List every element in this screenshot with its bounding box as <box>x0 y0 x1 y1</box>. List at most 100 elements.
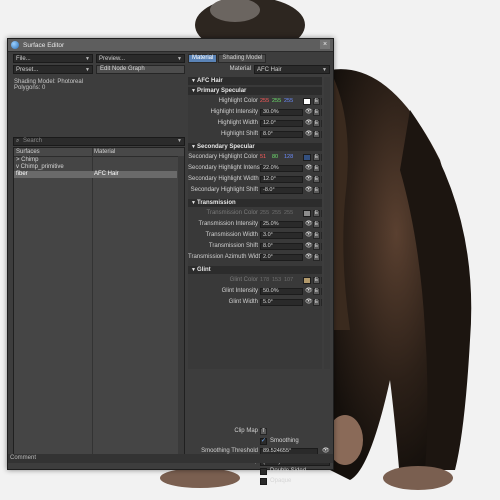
column-header-surfaces[interactable]: Surfaces <box>16 148 40 156</box>
clip-map-texture-button[interactable]: T <box>260 428 267 435</box>
file-menu[interactable]: File... ▼ <box>13 54 93 63</box>
close-button[interactable]: × <box>320 40 330 49</box>
section-transmission[interactable]: ▼ Transmission <box>188 199 322 207</box>
column-header-material[interactable]: Material <box>94 148 115 156</box>
eye-icon[interactable]: 👁 <box>305 187 313 194</box>
green-value[interactable]: 80 <box>272 154 284 161</box>
value-field[interactable]: -8.0° <box>260 187 303 194</box>
value-field[interactable]: 50.0% <box>260 288 303 295</box>
texture-button[interactable]: T <box>321 165 322 172</box>
texture-button[interactable]: T <box>321 288 322 295</box>
texture-button[interactable]: T <box>321 254 322 261</box>
eye-icon[interactable]: 👁 <box>305 131 313 138</box>
search-field[interactable]: ⌕ Search ▼ <box>13 137 185 146</box>
color-values[interactable]: 255 255 255 <box>260 98 296 105</box>
color-swatch[interactable] <box>303 154 311 161</box>
texture-button[interactable]: T <box>321 187 322 194</box>
table-row[interactable]: > Chimp <box>14 157 177 164</box>
value-field[interactable]: 2.0° <box>260 254 303 261</box>
envelope-button[interactable]: E <box>313 221 320 228</box>
texture-button[interactable]: T <box>321 131 322 138</box>
smoothing-checkbox[interactable]: ✓ <box>260 438 267 445</box>
eye-icon[interactable]: 👁 <box>305 243 313 250</box>
section-secondary-specular[interactable]: ▼ Secondary Specular <box>188 143 322 151</box>
eye-icon[interactable]: 👁 <box>305 299 313 306</box>
envelope-button[interactable]: E <box>313 165 320 172</box>
texture-button[interactable]: T <box>321 154 322 161</box>
edit-node-graph-button[interactable]: Edit Node Graph <box>96 65 185 74</box>
texture-button[interactable]: T <box>321 210 322 217</box>
envelope-button[interactable]: E <box>313 98 320 105</box>
eye-icon[interactable]: 👁 <box>305 221 313 228</box>
preset-menu-label: Preset... <box>16 67 39 73</box>
table-row-selected[interactable]: fiber AFC Hair <box>14 171 177 178</box>
envelope-button[interactable]: E <box>313 187 320 194</box>
texture-button[interactable]: T <box>321 176 322 183</box>
material-select[interactable]: AFC Hair ▼ <box>254 65 330 74</box>
opaque-checkbox[interactable] <box>260 478 267 485</box>
red-value[interactable]: 255 <box>260 98 272 105</box>
envelope-button[interactable]: E <box>313 120 320 127</box>
section-primary-specular[interactable]: ▼ Primary Specular <box>188 87 322 95</box>
value-field[interactable]: 3.0° <box>260 232 303 239</box>
value-field[interactable]: 12.0° <box>260 176 303 183</box>
polygons-info: Polygons: 0 <box>14 85 46 91</box>
eye-icon[interactable]: 👁 <box>305 165 313 172</box>
table-row[interactable]: v Chimp_primitive <box>14 164 177 171</box>
value-field[interactable]: 5.0° <box>260 299 303 306</box>
texture-button[interactable]: T <box>321 109 322 116</box>
texture-button[interactable]: T <box>321 243 322 250</box>
secondary-highlight-color-row: Secondary Highlight Color 5180128 E T <box>188 153 322 162</box>
texture-button[interactable]: T <box>321 299 322 306</box>
preview-menu[interactable]: Preview... ▼ <box>96 54 185 63</box>
texture-button[interactable]: T <box>321 232 322 239</box>
green-value[interactable]: 255 <box>272 98 284 105</box>
double-sided-checkbox[interactable] <box>260 468 267 475</box>
material-row: Material AFC Hair ▼ <box>188 65 330 74</box>
comment-field[interactable]: Comment <box>8 454 333 463</box>
texture-button[interactable]: T <box>321 120 322 127</box>
section-glint[interactable]: ▼ Glint <box>188 266 322 274</box>
value-field[interactable]: 22.0% <box>260 165 303 172</box>
envelope-button[interactable]: E <box>313 232 320 239</box>
eye-icon[interactable]: 👁 <box>305 288 313 295</box>
envelope-button[interactable]: E <box>313 243 320 250</box>
title-bar[interactable]: Surface Editor × <box>8 39 333 52</box>
value-field[interactable]: 30.0% <box>260 109 303 116</box>
preset-menu[interactable]: Preset... ▼ <box>13 65 93 74</box>
texture-button[interactable]: T <box>321 277 322 284</box>
color-swatch[interactable] <box>303 98 311 105</box>
color-values[interactable]: 51 80 128 <box>260 154 296 161</box>
envelope-button[interactable]: E <box>313 109 320 116</box>
section-afc-hair[interactable]: ▼ AFC Hair <box>188 77 322 85</box>
envelope-button[interactable]: E <box>313 131 320 138</box>
texture-button[interactable]: T <box>321 98 322 105</box>
eye-icon[interactable]: 👁 <box>305 232 313 239</box>
texture-button[interactable]: T <box>321 221 322 228</box>
eye-icon[interactable]: 👁 <box>305 254 313 261</box>
red-value[interactable]: 51 <box>260 154 272 161</box>
value-field[interactable]: 8.0° <box>260 243 303 250</box>
blue-value[interactable]: 255 <box>284 98 296 105</box>
eye-icon[interactable]: 👁 <box>305 176 313 183</box>
blue-value[interactable]: 128 <box>284 154 296 161</box>
value-field[interactable]: 12.0° <box>260 120 303 127</box>
eye-icon[interactable]: 👁 <box>305 120 313 127</box>
envelope-button[interactable]: E <box>313 176 320 183</box>
envelope-button[interactable]: E <box>313 210 320 217</box>
eye-icon[interactable]: 👁 <box>305 109 313 116</box>
table-scrollbar[interactable] <box>178 156 184 459</box>
envelope-button[interactable]: E <box>313 288 320 295</box>
properties-scrollbar[interactable] <box>324 77 330 369</box>
envelope-button[interactable]: E <box>313 277 320 284</box>
surface-editor-window: Surface Editor × File... ▼ Preview... ▼ … <box>7 38 334 485</box>
value-field[interactable]: 8.0° <box>260 131 303 138</box>
highlight-intensity-row: Highlight Intensity 30.0% 👁 E T <box>188 108 322 117</box>
envelope-button[interactable]: E <box>313 299 320 306</box>
tab-material[interactable]: Material <box>188 54 218 63</box>
envelope-button[interactable]: E <box>313 254 320 261</box>
tab-shading-model[interactable]: Shading Model <box>218 54 267 63</box>
envelope-button[interactable]: E <box>313 154 320 161</box>
value-field[interactable]: 25.0% <box>260 221 303 228</box>
blue-value: 255 <box>284 210 294 216</box>
